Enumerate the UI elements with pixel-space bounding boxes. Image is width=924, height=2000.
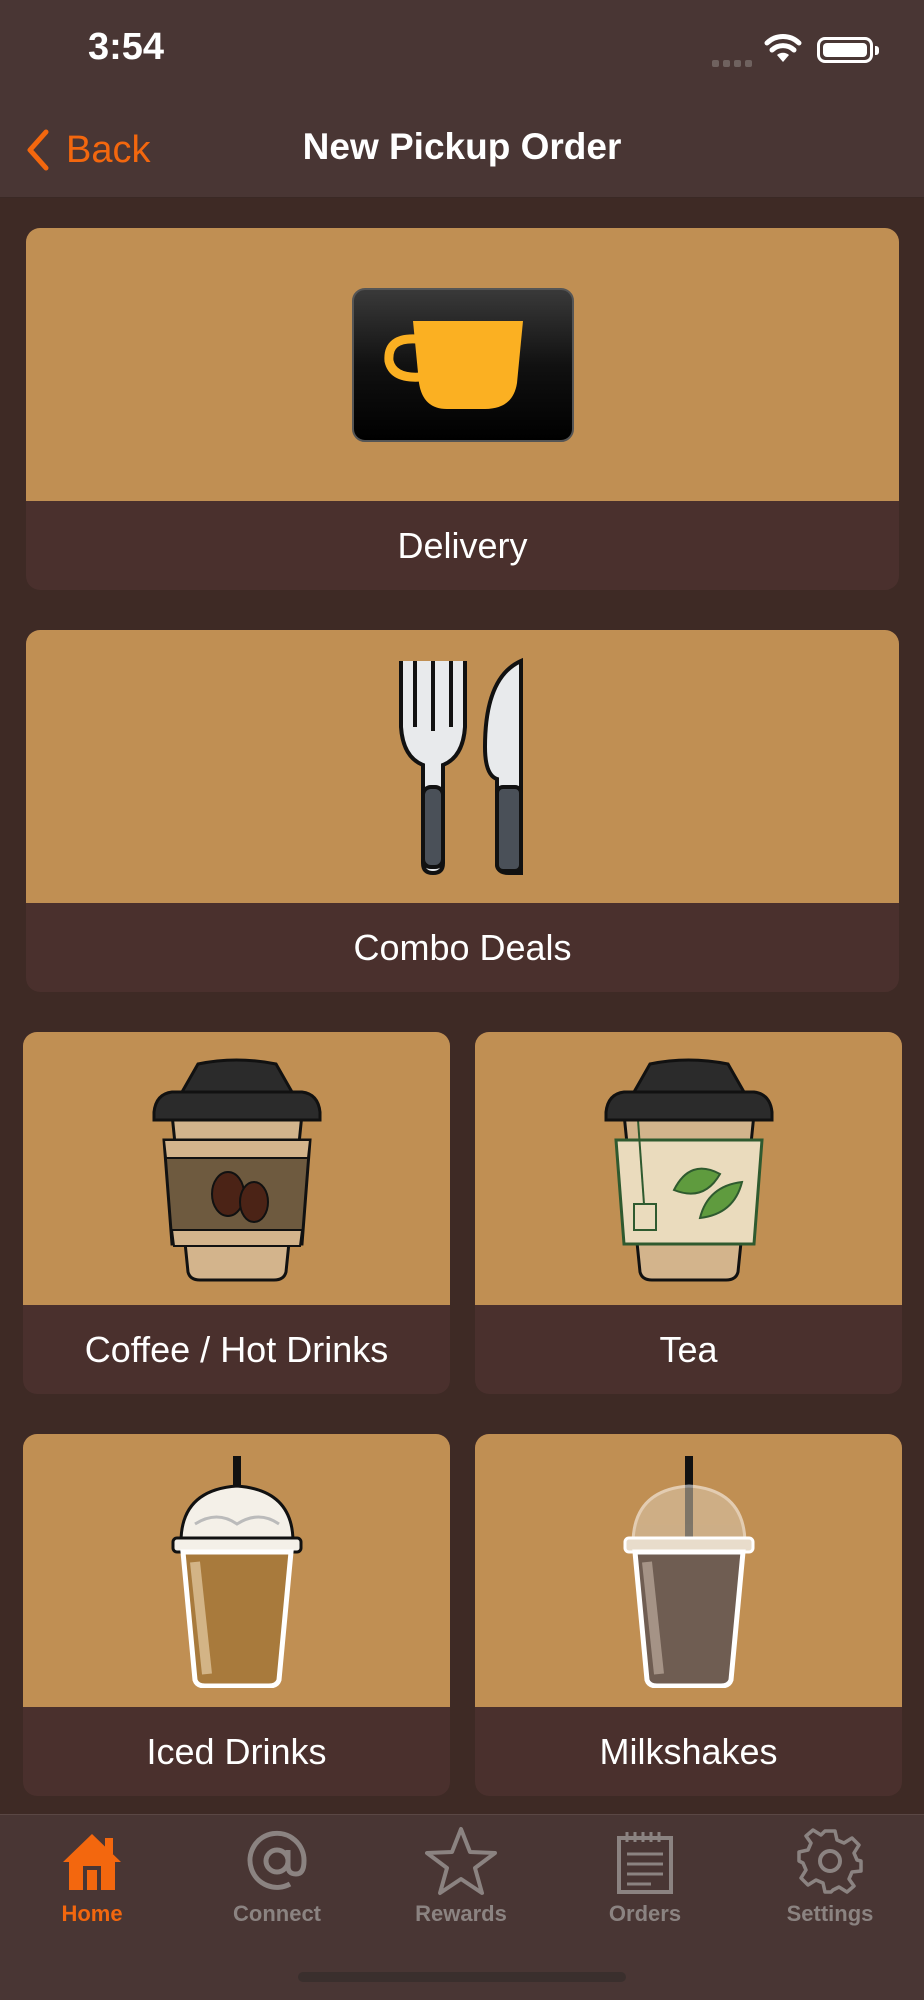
tab-label: Connect xyxy=(233,1901,321,1926)
wifi-icon xyxy=(764,34,802,69)
battery-icon xyxy=(817,37,879,63)
tab-label: Rewards xyxy=(415,1901,507,1926)
tile-label: Combo Deals xyxy=(353,926,572,968)
status-bar: 3:54 xyxy=(0,0,924,100)
iced-drink-icon xyxy=(171,1455,302,1688)
tile-tea[interactable]: Tea xyxy=(475,1032,902,1394)
coffee-cup-card-icon xyxy=(351,287,574,442)
status-time: 3:54 xyxy=(88,26,165,68)
tile-label: Coffee / Hot Drinks xyxy=(84,1328,389,1370)
tab-label: Orders xyxy=(608,1901,682,1926)
tile-label: Milkshakes xyxy=(599,1730,778,1772)
tile-image xyxy=(23,1032,450,1305)
tile-delivery[interactable]: Delivery xyxy=(26,228,899,590)
star-icon xyxy=(425,1827,497,1895)
tile-image xyxy=(475,1434,902,1707)
tile-image xyxy=(26,228,899,501)
tile-image xyxy=(26,630,899,903)
tab-connect[interactable]: Connect xyxy=(202,1825,352,1935)
tab-label: Settings xyxy=(786,1901,874,1926)
tea-cup-icon xyxy=(604,1058,773,1281)
tab-home[interactable]: Home xyxy=(17,1825,167,1935)
tile-iced-drinks[interactable]: Iced Drinks xyxy=(23,1434,450,1796)
tile-image xyxy=(23,1434,450,1707)
milkshake-icon xyxy=(623,1455,754,1688)
tab-rewards[interactable]: Rewards xyxy=(386,1825,536,1935)
tab-orders[interactable]: Orders xyxy=(570,1825,720,1935)
home-icon xyxy=(63,1834,121,1890)
tile-milkshakes[interactable]: Milkshakes xyxy=(475,1434,902,1796)
at-sign-icon xyxy=(247,1830,307,1890)
cellular-signal-icon xyxy=(712,54,756,72)
page-title: New Pickup Order xyxy=(302,126,622,167)
tile-label: Tea xyxy=(659,1328,718,1370)
tile-label: Iced Drinks xyxy=(146,1730,327,1772)
category-grid: Delivery Combo Deals Coffee / Hot Drinks… xyxy=(0,199,924,1813)
tab-settings[interactable]: Settings xyxy=(755,1825,905,1935)
home-indicator xyxy=(298,1972,626,1982)
tile-coffee-hot-drinks[interactable]: Coffee / Hot Drinks xyxy=(23,1032,450,1394)
tab-label: Home xyxy=(61,1901,123,1926)
tile-combo-deals[interactable]: Combo Deals xyxy=(26,630,899,992)
coffee-cup-icon xyxy=(152,1058,321,1281)
fork-knife-icon xyxy=(398,657,523,875)
notepad-icon xyxy=(617,1832,673,1894)
gear-icon xyxy=(797,1828,863,1894)
tile-image xyxy=(475,1032,902,1305)
navigation-bar: Back New Pickup Order xyxy=(0,100,924,198)
tile-label: Delivery xyxy=(397,524,528,566)
